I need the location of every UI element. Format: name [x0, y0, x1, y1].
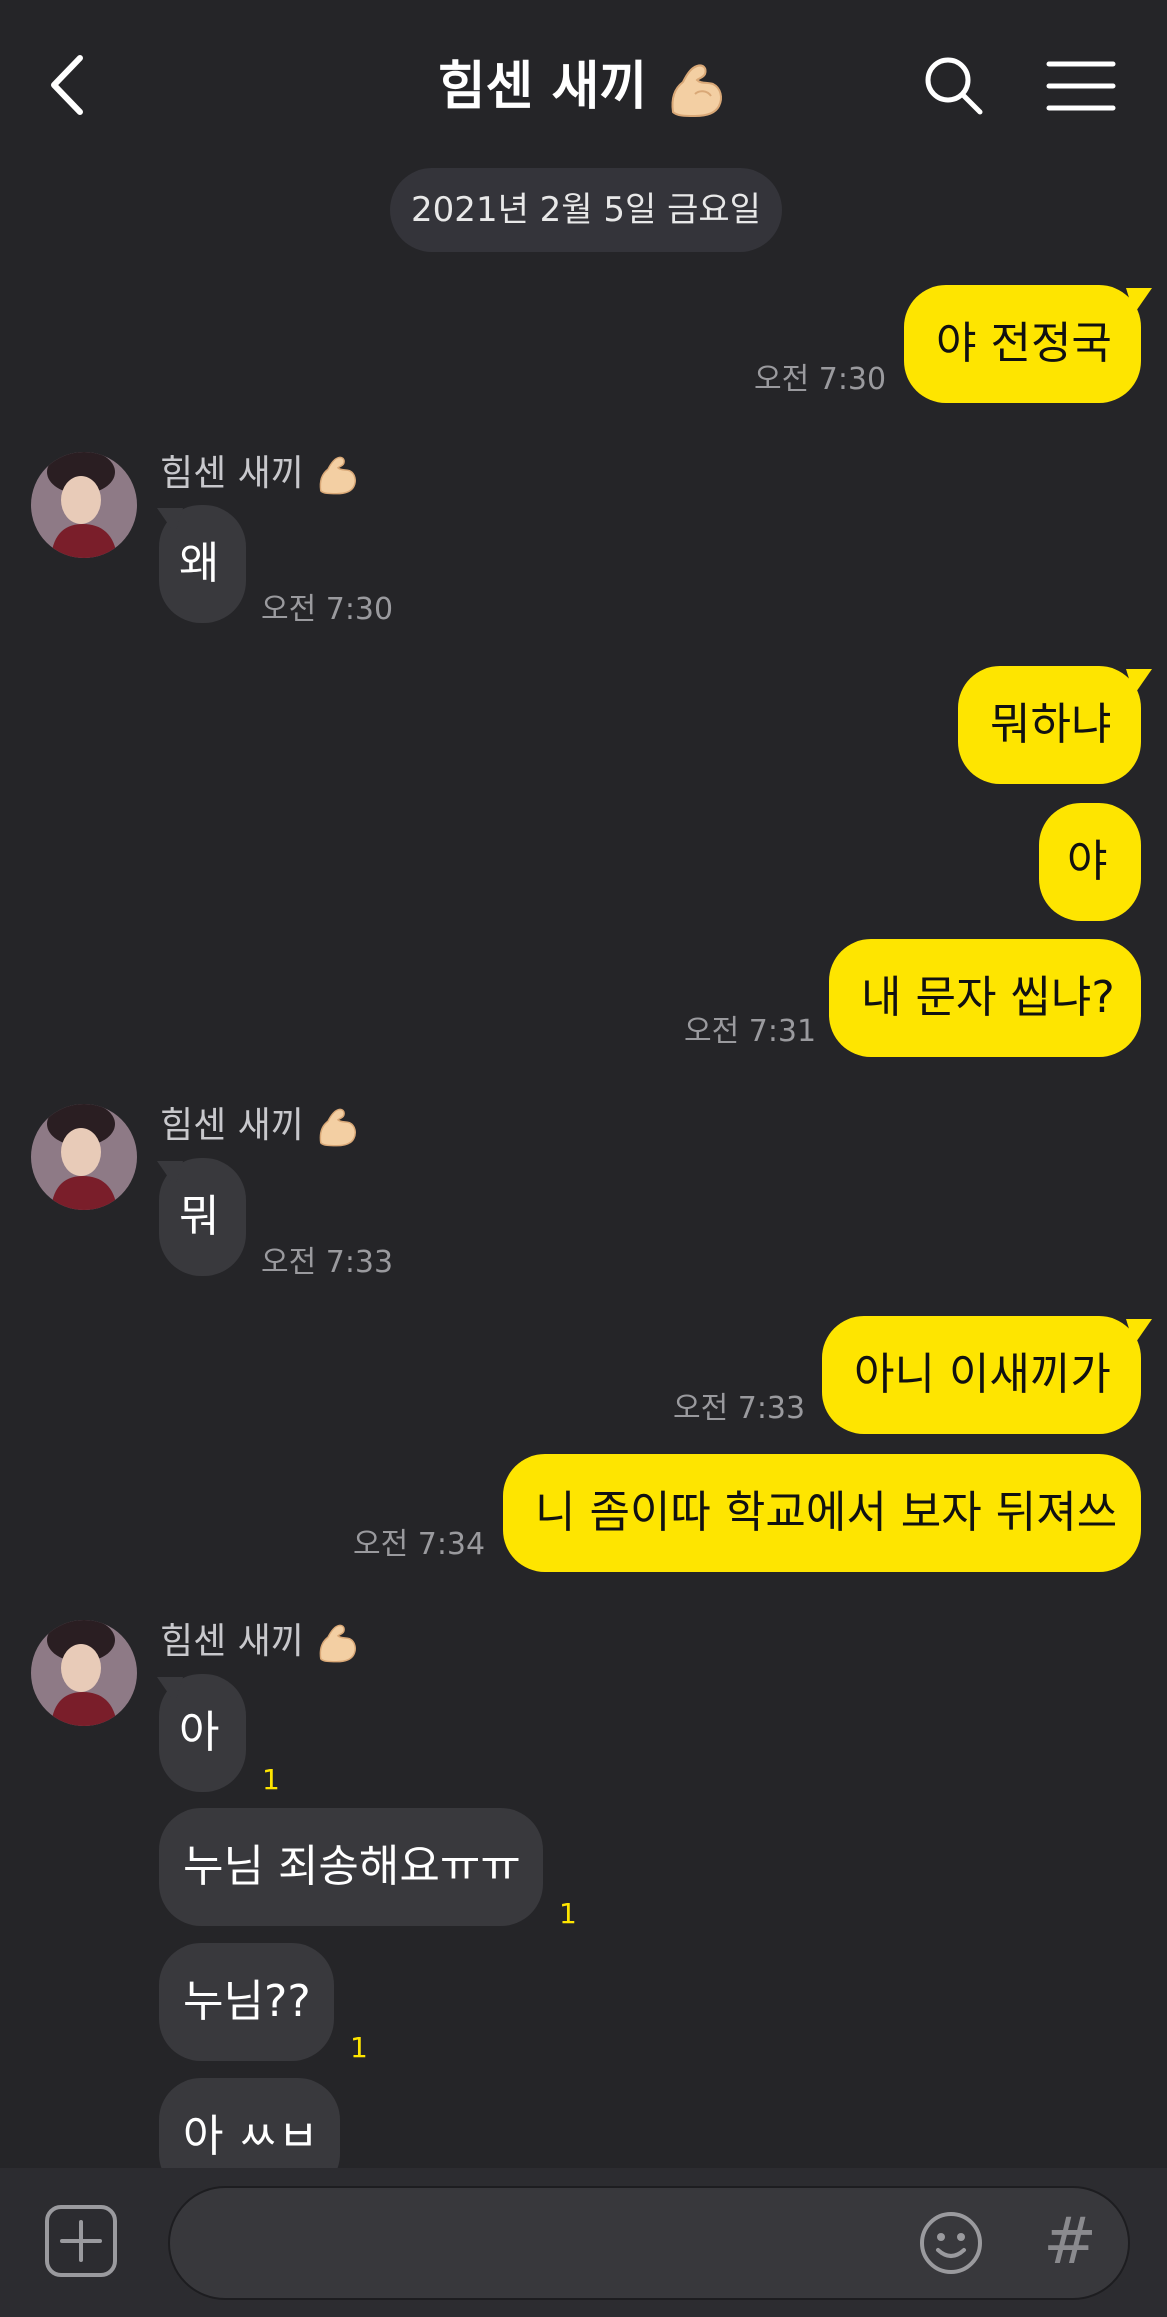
- sender-name: 힘센 새끼: [160, 1104, 361, 1150]
- bubble-tail: [157, 1161, 183, 1187]
- chat-title: 힘센 새끼: [0, 52, 1167, 122]
- flexed-biceps-emoji: [320, 1108, 357, 1147]
- flexed-biceps-emoji: [320, 456, 357, 495]
- message-timestamp: 오전 7:33: [673, 1391, 806, 1426]
- bubble-tail: [1126, 1319, 1152, 1345]
- sender-name: 힘센 새끼: [160, 452, 361, 498]
- chat-header: 힘센 새끼: [0, 0, 1167, 168]
- message-input-bar: #: [0, 2168, 1167, 2317]
- message-input[interactable]: [168, 2186, 1130, 2300]
- my-message-bubble[interactable]: 야: [1039, 803, 1141, 921]
- their-message-bubble[interactable]: 누님 죄송해요ㅠㅠ: [159, 1808, 543, 1926]
- my-message-bubble[interactable]: 야 전정국: [904, 285, 1141, 403]
- message-timestamp: 오전 7:34: [353, 1527, 486, 1562]
- profile-photo: [31, 1620, 137, 1726]
- flexed-biceps-emoji: [671, 64, 723, 118]
- my-message-bubble[interactable]: 니 좀이따 학교에서 보자 뒤져쓰: [503, 1454, 1141, 1572]
- attach-button[interactable]: [44, 2204, 118, 2278]
- their-message-bubble[interactable]: 누님??: [159, 1943, 334, 2061]
- hashtag-search-button[interactable]: #: [1040, 2204, 1100, 2280]
- my-message-bubble[interactable]: 뭐하냐: [958, 666, 1141, 784]
- bubble-tail: [157, 508, 183, 534]
- search-icon: [925, 57, 983, 115]
- unread-count: 1: [350, 2031, 368, 2064]
- bubble-tail: [1126, 288, 1152, 314]
- bubble-tail: [157, 1677, 183, 1703]
- sender-name: 힘센 새끼: [160, 1620, 361, 1666]
- date-divider: 2021년 2월 5일 금요일: [390, 168, 782, 252]
- emoji-button[interactable]: [918, 2210, 984, 2276]
- avatar[interactable]: [31, 452, 137, 558]
- search-button[interactable]: [920, 52, 988, 120]
- avatar[interactable]: [31, 1620, 137, 1726]
- menu-button[interactable]: [1045, 58, 1117, 114]
- profile-photo: [31, 452, 137, 558]
- my-message-bubble[interactable]: 내 문자 씹냐?: [829, 939, 1141, 1057]
- bubble-tail: [1126, 669, 1152, 695]
- menu-icon: [1046, 61, 1116, 111]
- message-timestamp: 오전 7:30: [261, 592, 394, 627]
- profile-photo: [31, 1104, 137, 1210]
- avatar[interactable]: [31, 1104, 137, 1210]
- message-timestamp: 오전 7:31: [684, 1014, 817, 1049]
- chat-title-text: 힘센 새끼: [437, 57, 648, 117]
- smiley-icon: [920, 2212, 982, 2274]
- my-message-bubble[interactable]: 아니 이새끼가: [822, 1316, 1141, 1434]
- message-timestamp: 오전 7:30: [754, 362, 887, 397]
- message-timestamp: 오전 7:33: [261, 1245, 394, 1280]
- unread-count: 1: [262, 1763, 280, 1796]
- unread-count: 1: [559, 1897, 577, 1930]
- plus-square-icon: [45, 2205, 117, 2277]
- flexed-biceps-emoji: [320, 1624, 357, 1663]
